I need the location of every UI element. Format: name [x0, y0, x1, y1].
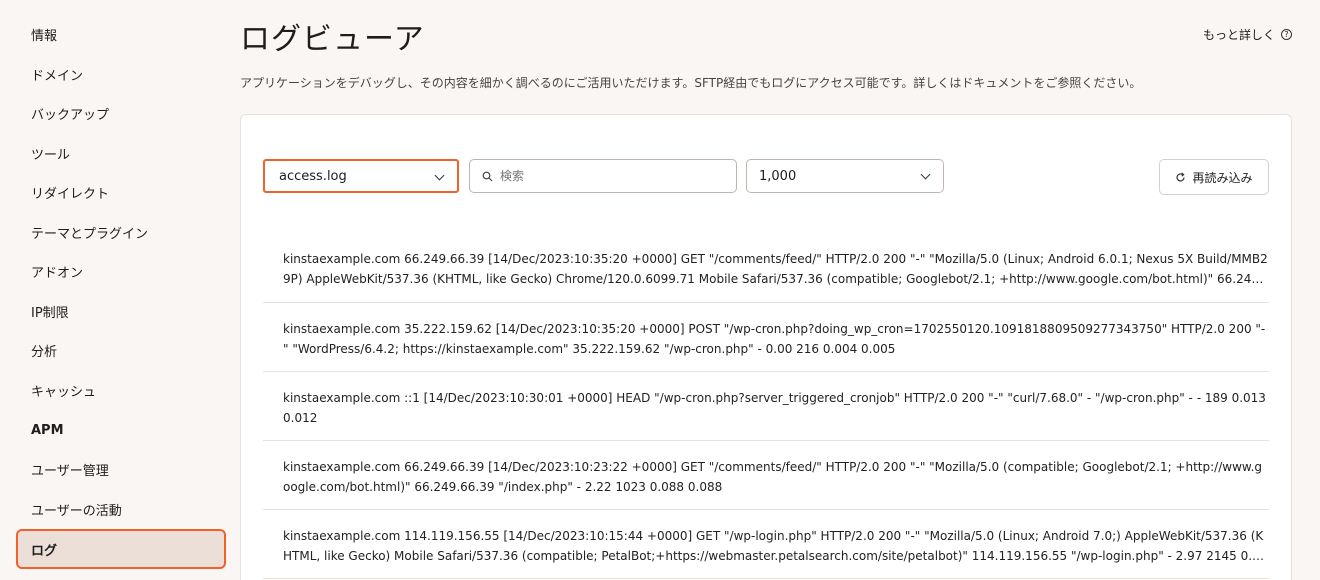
sidebar-item-themes-plugins[interactable]: テーマとプラグイン: [18, 214, 224, 250]
refresh-icon: [1176, 172, 1186, 181]
sidebar-item-cache[interactable]: キャッシュ: [18, 372, 224, 408]
sidebar-item-logs[interactable]: ログ: [16, 529, 226, 569]
reload-label: 再読み込み: [1192, 170, 1253, 185]
sidebar-item-label: ツール: [31, 147, 71, 163]
sidebar-item-info[interactable]: 情報: [18, 16, 224, 52]
log-entry-text: kinstaexample.com 66.249.66.39 [14/Dec/2…: [283, 460, 1263, 494]
log-entry-text: kinstaexample.com ::1 [14/Dec/2023:10:30…: [283, 391, 1266, 425]
reload-button[interactable]: 再読み込み: [1159, 159, 1269, 195]
page-title: ログビューア: [240, 22, 425, 57]
sidebar-item-redirects[interactable]: リダイレクト: [18, 174, 224, 210]
help-icon: ?: [1281, 29, 1292, 40]
page-description: アプリケーションをデバッグし、その内容を細かく調べるのにご活用いただけます。SF…: [240, 76, 1142, 90]
log-entry: kinstaexample.com 66.249.66.39 [14/Dec/2…: [263, 441, 1269, 510]
sidebar-item-label: ドメイン: [31, 68, 84, 84]
search-input[interactable]: [500, 169, 720, 183]
sidebar-item-label: アドオン: [31, 265, 84, 281]
sidebar-item-label: バックアップ: [31, 107, 110, 123]
sidebar-item-ip-deny[interactable]: IP制限: [18, 293, 224, 329]
chevron-down-icon: [434, 170, 445, 181]
sidebar-item-label: APM: [31, 422, 64, 438]
log-file-select[interactable]: access.log: [263, 159, 459, 193]
sidebar-item-label: テーマとプラグイン: [31, 226, 149, 242]
sidebar-item-label: ログ: [31, 543, 58, 559]
sidebar-item-apm[interactable]: APM: [18, 412, 224, 448]
log-entry-text: kinstaexample.com 35.222.159.62 [14/Dec/…: [283, 322, 1266, 356]
line-count-value: 1,000: [759, 168, 797, 184]
log-entry: kinstaexample.com ::1 [14/Dec/2023:10:30…: [263, 372, 1269, 441]
chevron-down-icon: [920, 169, 931, 180]
log-entry-text: kinstaexample.com 114.119.156.55 [14/Dec…: [283, 529, 1268, 563]
learn-more-label: もっと詳しく: [1202, 28, 1275, 42]
sidebar-item-backups[interactable]: バックアップ: [18, 95, 224, 131]
learn-more-link[interactable]: もっと詳しく ?: [1203, 26, 1292, 43]
log-entry: kinstaexample.com 66.249.66.39 [14/Dec/2…: [263, 231, 1269, 303]
sidebar-item-label: キャッシュ: [31, 384, 97, 400]
sidebar-item-user-activity[interactable]: ユーザーの活動: [18, 491, 224, 527]
sidebar-item-analytics[interactable]: 分析: [18, 332, 224, 368]
log-entry-text: kinstaexample.com 66.249.66.39 [14/Dec/2…: [283, 252, 1268, 286]
sidebar-item-label: IP制限: [31, 305, 69, 321]
sidebar-item-label: ユーザーの活動: [31, 503, 122, 519]
search-field[interactable]: [469, 159, 737, 193]
sidebar-item-user-management[interactable]: ユーザー管理: [18, 451, 224, 487]
line-count-select[interactable]: 1,000: [746, 159, 944, 193]
sidebar-item-addons[interactable]: アドオン: [18, 253, 224, 289]
sidebar-item-label: ユーザー管理: [31, 463, 109, 479]
log-file-select-value: access.log: [279, 168, 347, 184]
sidebar-item-tools[interactable]: ツール: [18, 135, 224, 171]
sidebar-item-label: 分析: [31, 344, 58, 360]
log-entry: kinstaexample.com 35.222.159.62 [14/Dec/…: [263, 303, 1269, 372]
sidebar-item-label: リダイレクト: [31, 186, 110, 202]
log-panel: access.log 1,000 再読み込み kinstaexample.com…: [240, 114, 1292, 580]
log-toolbar: access.log 1,000 再読み込み: [241, 115, 1291, 231]
log-list: kinstaexample.com 66.249.66.39 [14/Dec/2…: [241, 231, 1291, 579]
sidebar: 情報 ドメイン バックアップ ツール リダイレクト テーマとプラグイン アドオン…: [0, 0, 240, 580]
sidebar-item-domains[interactable]: ドメイン: [18, 56, 224, 92]
search-icon: [482, 171, 493, 182]
sidebar-item-label: 情報: [31, 28, 58, 44]
log-entry: kinstaexample.com 114.119.156.55 [14/Dec…: [263, 510, 1269, 579]
